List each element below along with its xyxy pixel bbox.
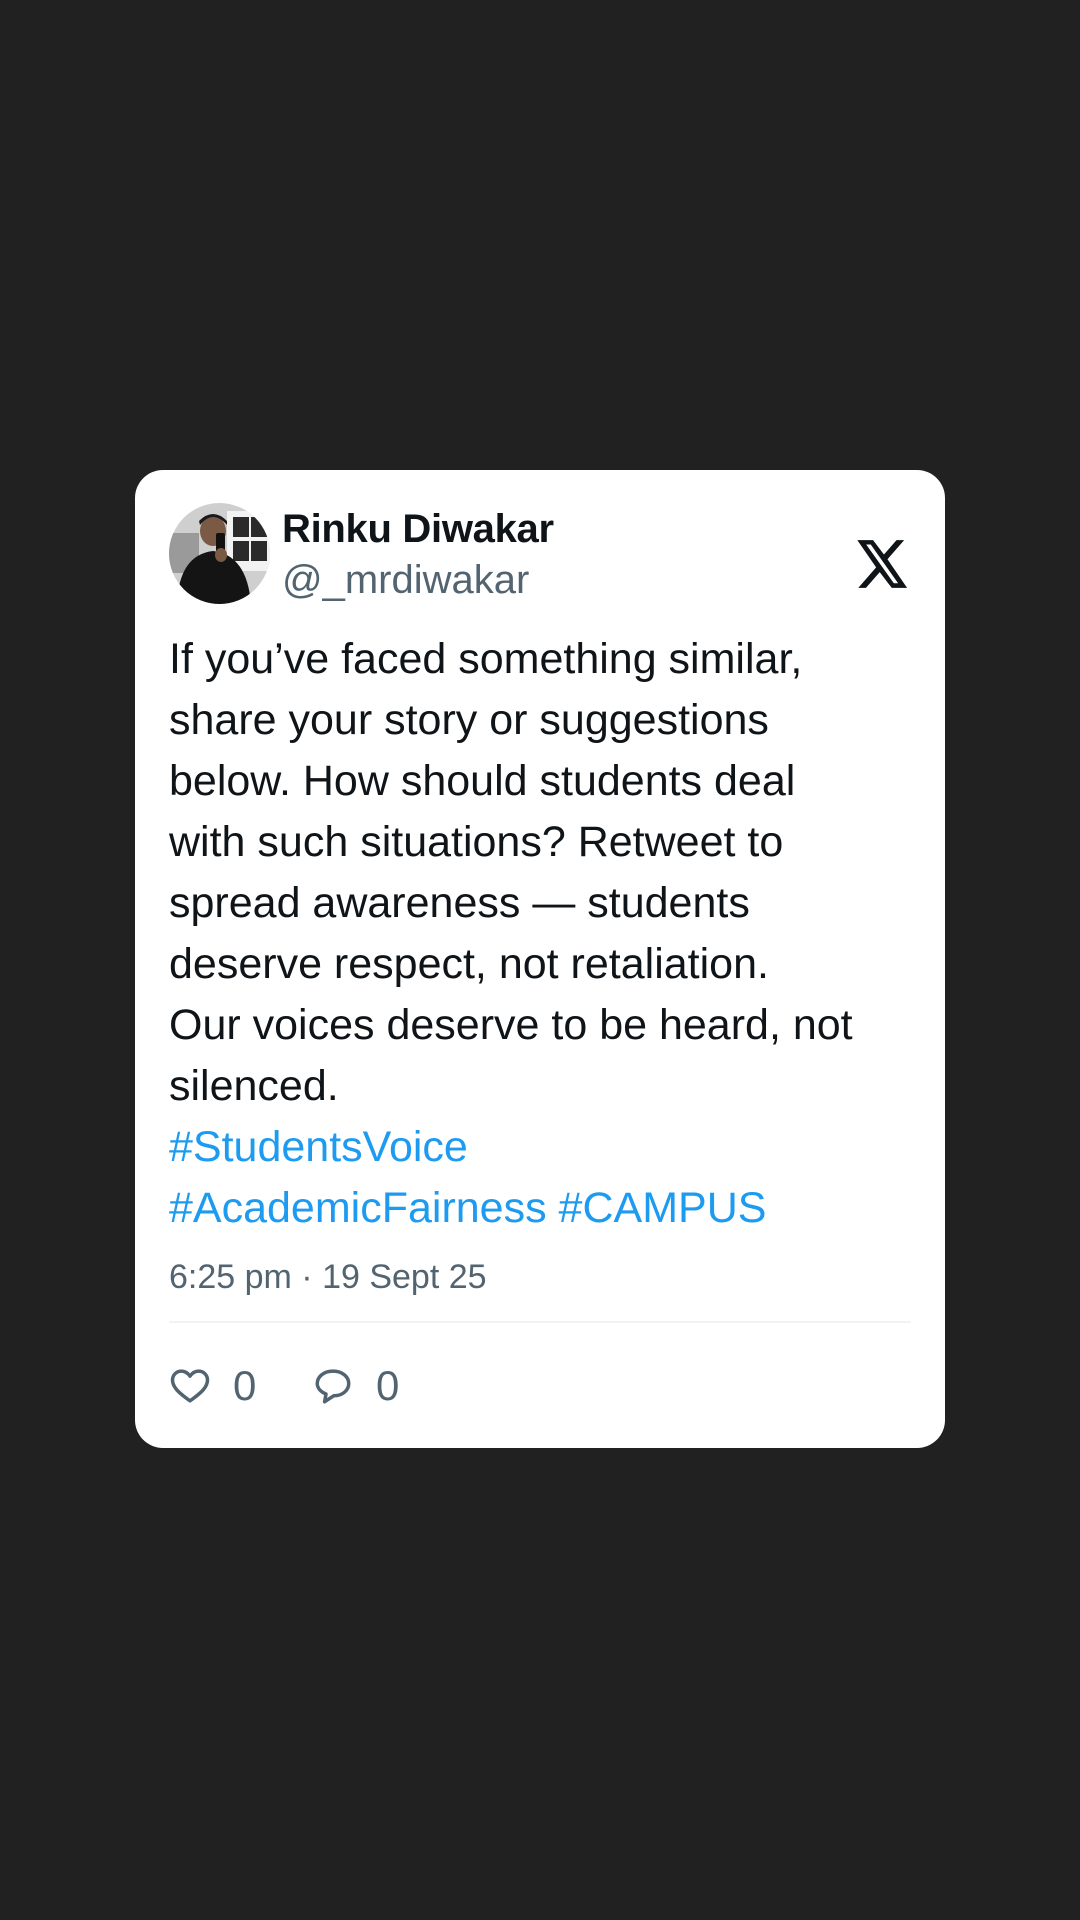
tweet-card[interactable]: Rinku Diwakar @_mrdiwakar If you’ve face… [135, 470, 945, 1448]
hashtag-link[interactable]: #AcademicFairness [169, 1184, 547, 1232]
tweet-text-line: below. How should students deal [169, 757, 796, 805]
tweet-text-line: silenced. [169, 1062, 339, 1110]
tweet-text-line: spread awareness — students [169, 879, 750, 927]
reply-button[interactable]: 0 [312, 1361, 399, 1411]
author-name[interactable]: Rinku Diwakar [282, 507, 554, 552]
tweet-text-line: deserve respect, not retaliation. [169, 940, 769, 988]
hashtag-link[interactable]: #CAMPUS [559, 1184, 767, 1232]
tweet-text-line: with such situations? Retweet to [169, 818, 784, 866]
screen-background: Rinku Diwakar @_mrdiwakar If you’ve face… [0, 0, 1080, 1920]
tweet-text-line: Our voices deserve to be heard, not [169, 1001, 853, 1049]
like-count: 0 [233, 1362, 257, 1409]
like-button[interactable]: 0 [169, 1361, 256, 1411]
reply-count: 0 [376, 1362, 400, 1409]
tweet-timestamp[interactable]: 6:25 pm · 19 Sept 25 [169, 1255, 911, 1299]
divider [169, 1321, 911, 1323]
tweet-actions: 0 0 [169, 1361, 911, 1411]
heart-icon [170, 1369, 210, 1403]
speech-bubble-icon [315, 1369, 351, 1404]
tweet-text: If you’ve faced something similar, share… [169, 629, 914, 1117]
tweet-text-line: If you’ve faced something similar, [169, 635, 803, 683]
x-logo-icon[interactable] [857, 540, 909, 588]
author-handle[interactable]: @_mrdiwakar [282, 558, 529, 603]
tweet-header: Rinku Diwakar @_mrdiwakar [169, 503, 911, 605]
tweet-text-line: share your story or suggestions [169, 696, 769, 744]
hashtag-link[interactable]: #StudentsVoice [169, 1123, 468, 1171]
hashtag-list: #StudentsVoice #AcademicFairness #CAMPUS [169, 1117, 914, 1239]
avatar[interactable] [169, 503, 270, 604]
